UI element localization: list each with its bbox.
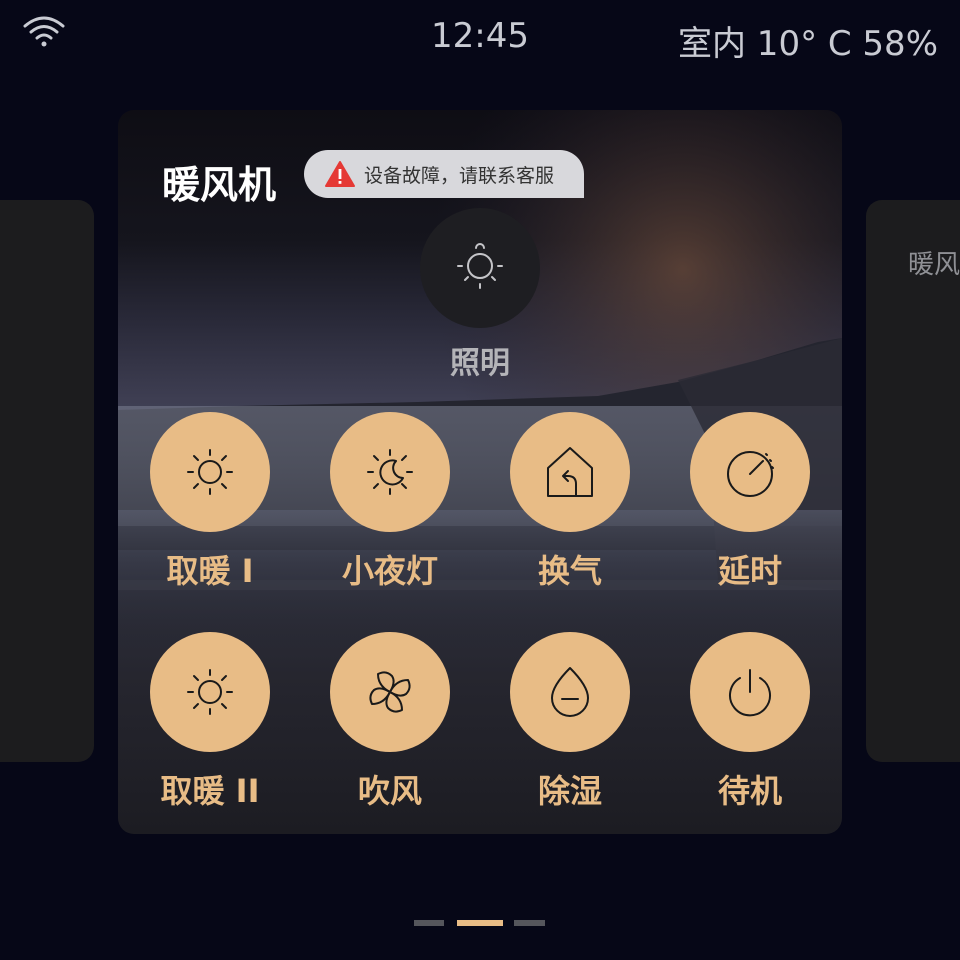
mode-standby-button[interactable]: [690, 632, 810, 752]
fault-badge[interactable]: 设备故障，请联系客服: [304, 150, 584, 198]
night-light-icon: [367, 449, 413, 495]
mode-label: 除湿: [537, 772, 602, 810]
page-dot-2-active[interactable]: [457, 920, 503, 926]
mode-label: 取暖 I: [166, 552, 254, 590]
next-device-title: 暖风: [908, 250, 960, 280]
sun-icon: [187, 449, 233, 495]
power-icon: [729, 669, 771, 717]
mode-blow[interactable]: 吹风: [310, 632, 470, 812]
mode-ventilation-button[interactable]: [510, 412, 630, 532]
mode-label: 吹风: [357, 772, 422, 810]
sun-icon: [187, 669, 233, 715]
device-card: 暖风机 设备故障，请联系客服 照明 取暖 I 小夜灯 换气 延时 取暖 II 吹…: [118, 110, 842, 834]
mode-heat-2-button[interactable]: [150, 632, 270, 752]
light-button[interactable]: [420, 208, 540, 328]
warning-icon: [325, 161, 355, 187]
mode-ventilation[interactable]: 换气: [490, 412, 650, 592]
page-indicator: [414, 920, 546, 926]
mode-heat-1-button[interactable]: [150, 412, 270, 532]
previous-device-card[interactable]: [0, 200, 94, 762]
status-bar: 12:45 室内 10° C 58%: [0, 0, 960, 70]
next-device-card[interactable]: 暖风: [866, 200, 960, 762]
dehumidify-icon: [551, 667, 589, 717]
mode-standby[interactable]: 待机: [670, 632, 830, 812]
mode-label: 待机: [717, 772, 782, 810]
mode-dehumidify[interactable]: 除湿: [490, 632, 650, 812]
mode-heat-1[interactable]: 取暖 I: [130, 412, 290, 592]
fault-message: 设备故障，请联系客服: [364, 164, 555, 187]
mode-dehumidify-button[interactable]: [510, 632, 630, 752]
mode-timer-button[interactable]: [690, 412, 810, 532]
fan-icon: [369, 671, 411, 713]
mode-label: 换气: [537, 552, 602, 590]
mode-label: 延时: [717, 552, 782, 590]
mode-night-light-button[interactable]: [330, 412, 450, 532]
light-label: 照明: [450, 346, 510, 381]
mode-label: 小夜灯: [341, 552, 438, 590]
mode-night-light[interactable]: 小夜灯: [310, 412, 470, 592]
ventilation-icon: [547, 447, 593, 497]
page-dot-3[interactable]: [514, 920, 545, 926]
page-dot-1[interactable]: [414, 920, 444, 926]
timer-icon: [727, 451, 774, 497]
mode-label: 取暖 II: [160, 772, 260, 810]
bulb-icon: [457, 243, 503, 289]
mode-blow-button[interactable]: [330, 632, 450, 752]
mode-heat-2[interactable]: 取暖 II: [130, 632, 290, 812]
mode-timer[interactable]: 延时: [670, 412, 830, 592]
indoor-environment: 室内 10° C 58%: [678, 24, 938, 64]
device-title: 暖风机: [162, 163, 277, 207]
